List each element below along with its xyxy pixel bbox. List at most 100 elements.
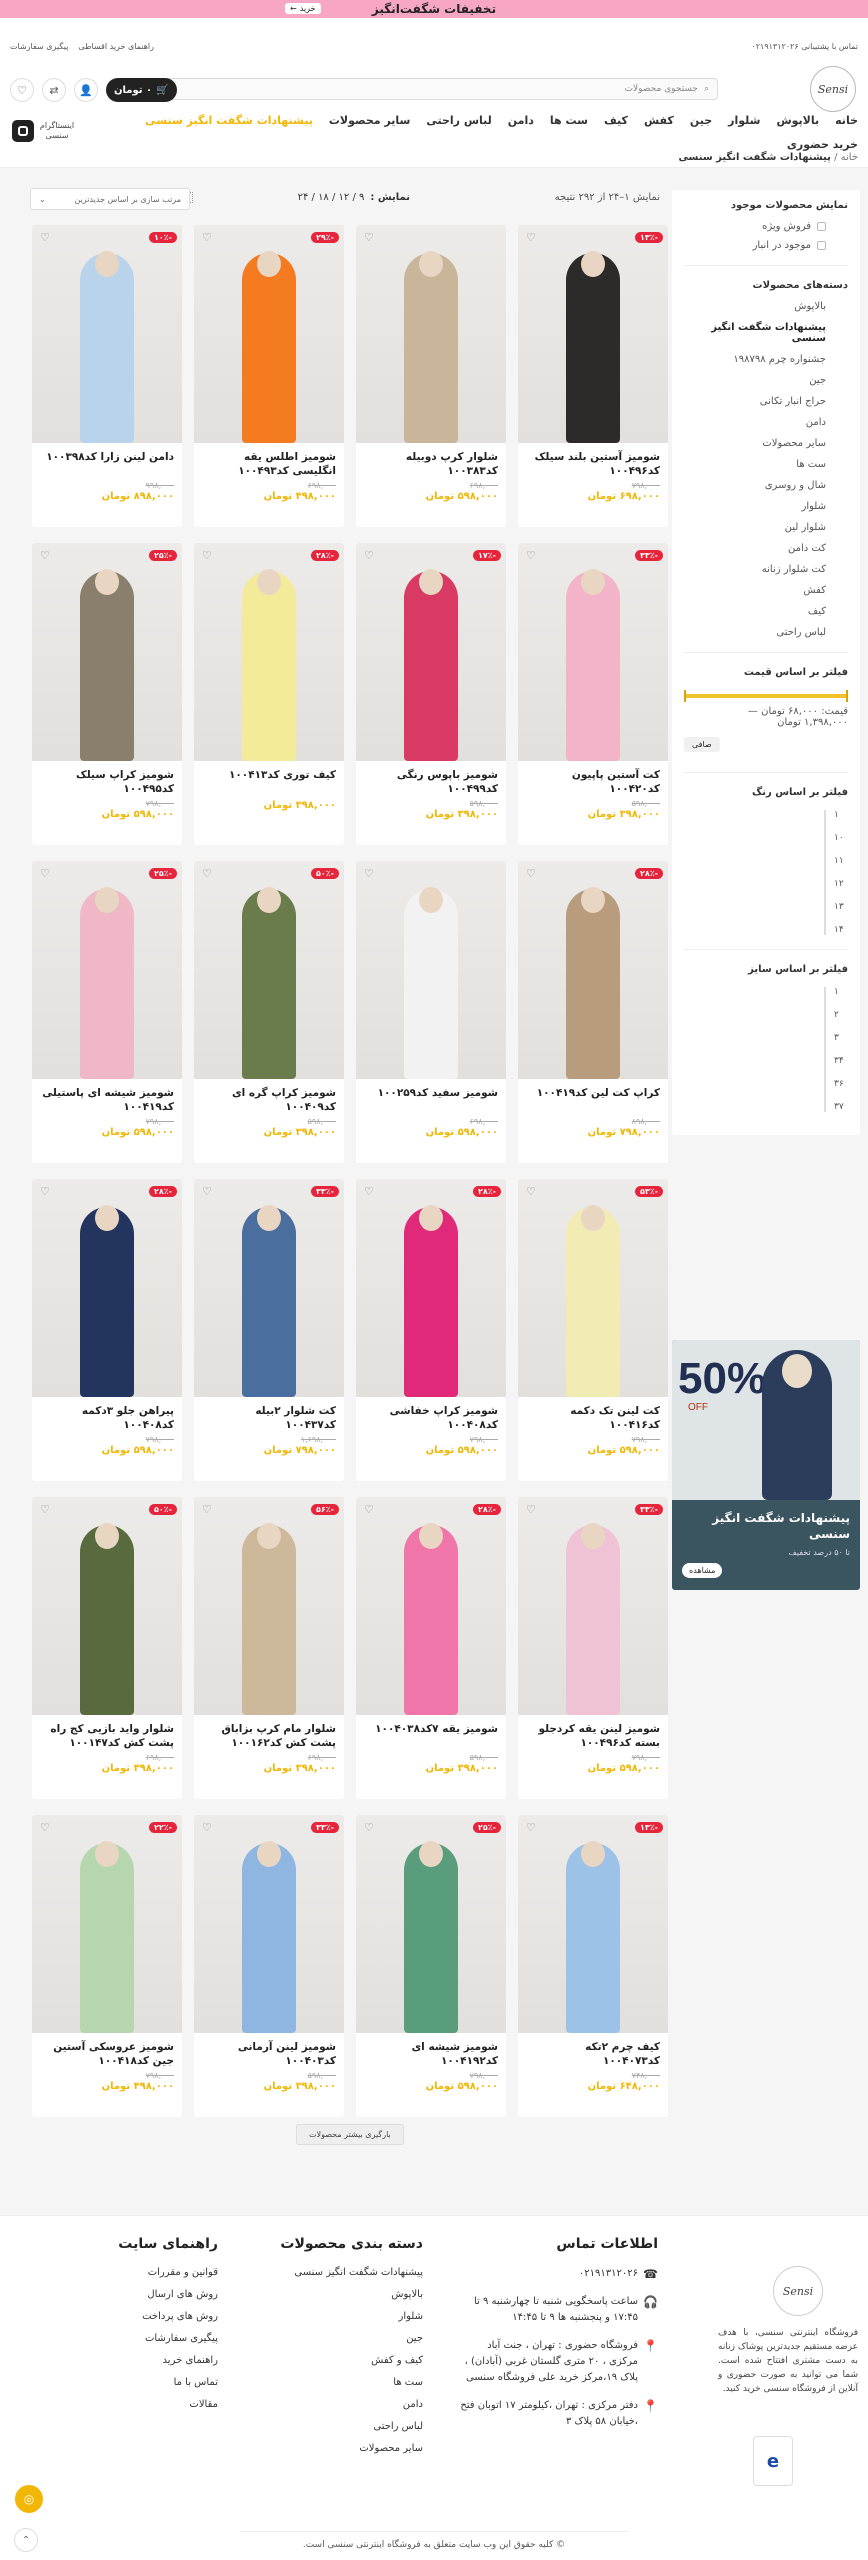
price-slider[interactable] [684, 690, 848, 702]
product-card[interactable]: -۵۳٪ ♡ کت لینن تک دکمه کد۱۰۰۴۱۶ ۷۹۸,۰۰۰ ۵۹۸,… [518, 1179, 668, 1481]
footer-cat-link[interactable]: شلوار [253, 2310, 423, 2324]
footer-cat-link[interactable]: سایر محصولات [253, 2442, 423, 2456]
search-bar[interactable]: ⌕ جستجوی محصولات [148, 78, 718, 100]
heart-icon[interactable]: ♡ [202, 1185, 212, 1198]
product-name[interactable]: کیف چرم ۲تکه کد۱۰۰۴۰۷۳ [518, 2033, 668, 2067]
category-item[interactable]: بالاپوش [684, 301, 848, 312]
heart-icon[interactable]: ♡ [202, 549, 212, 562]
product-card[interactable]: -۲۸٪ ♡ شومیز یقه ۷کد۱۰۰۴۰۳۸ ۵۹۸,۰۰۰ ۳۹۸,۰۰۰ … [356, 1497, 506, 1799]
promo-buy-button[interactable]: خرید ← [285, 3, 321, 14]
color-option[interactable]: ۱ [834, 810, 848, 820]
category-item[interactable]: پیشنهادات شگفت انگیز سنسی [684, 322, 848, 344]
category-item[interactable]: کت شلوار زنانه [684, 564, 848, 575]
product-name[interactable]: شومیز شیشه ای پاستیلی کد۱۰۰۴۱۹ [32, 1079, 182, 1113]
product-image[interactable]: -۲۹٪ ♡ [194, 225, 344, 443]
category-item[interactable]: جشنواره چرم ۱۹۸۷۹۸ [684, 354, 848, 365]
category-item[interactable]: کفش [684, 585, 848, 596]
product-name[interactable]: کت لینن تک دکمه کد۱۰۰۴۱۶ [518, 1397, 668, 1431]
product-name[interactable]: شلوار مام کرپ بزاباق پشت کش کد۱۰۰۱۶۲ [194, 1715, 344, 1749]
instagram-link[interactable]: اینستاگرام سنسی [12, 120, 75, 142]
product-image[interactable]: -۲۸٪ ♡ [356, 1497, 506, 1715]
product-image[interactable]: -۲۸٪ ♡ [32, 1179, 182, 1397]
product-name[interactable]: شومیز یقه ۷کد۱۰۰۴۰۳۸ [356, 1715, 506, 1749]
product-card[interactable]: -۵۰٪ ♡ شومیز کراپ گره ای کد۱۰۰۴۰۹ ۵۹۸,۰۰۰ ۳۹… [194, 861, 344, 1163]
product-image[interactable]: -۳۳٪ ♡ [518, 543, 668, 761]
nav-item-outerwear[interactable]: بالاپوش [776, 114, 819, 127]
footer-cat-link[interactable]: دامن [253, 2398, 423, 2412]
heart-icon[interactable]: ♡ [364, 549, 374, 562]
category-item[interactable]: دامن [684, 417, 848, 428]
checkbox[interactable] [817, 241, 826, 250]
product-card[interactable]: ♡ شلوار کرپ دوبیله کد۱۰۰۳۸۳ ۶۹۸,۰۰۰ ۵۹۸,۰۰۰… [356, 225, 506, 527]
footer-cat-link[interactable]: کیف و کفش [253, 2354, 423, 2368]
product-image[interactable]: -۳۳٪ ♡ [194, 1179, 344, 1397]
product-name[interactable]: کت شلوار ۲بیله کد۱۰۰۴۳۷ [194, 1397, 344, 1431]
nav-item-other[interactable]: سایر محصولات [329, 114, 410, 127]
product-card[interactable]: -۲۵٪ ♡ شومیز کراپ سیلک کد۱۰۰۴۹۵ ۷۹۸,۰۰۰ ۵۹۸,… [32, 543, 182, 845]
product-name[interactable]: شومیز اطلس یقه انگلیسی کد۱۰۰۴۹۳ [194, 443, 344, 477]
footer-cat-link[interactable]: بالاپوش [253, 2288, 423, 2302]
product-card[interactable]: -۱۳٪ ♡ شومیز آستین بلند سیلک کد۱۰۰۴۹۶ ۷۹۸,۰… [518, 225, 668, 527]
category-item[interactable]: کت دامن [684, 543, 848, 554]
heart-icon[interactable]: ♡ [526, 1821, 536, 1834]
product-image[interactable]: -۲۸٪ ♡ [194, 543, 344, 761]
product-card[interactable]: -۲۸٪ ♡ کیف توری کد۱۰۰۴۱۳ ۳۹۸,۰۰۰ تومان [194, 543, 344, 845]
product-card[interactable]: -۳۳٪ ♡ شومیز لینن یقه کردجلو بسته کد۱۰۰۴۹۶… [518, 1497, 668, 1799]
product-image[interactable]: -۲۵٪ ♡ [32, 543, 182, 761]
heart-icon[interactable]: ♡ [202, 867, 212, 880]
product-image[interactable]: -۱۳٪ ♡ [518, 1815, 668, 2033]
size-option[interactable]: ۱ [834, 987, 848, 997]
footer-cat-link[interactable]: لباس راحتی [253, 2420, 423, 2434]
product-card[interactable]: -۳۳٪ ♡ شومیز لینن آرمانی کد۱۰۰۴۰۳ ۵۹۸,۰۰۰ ۳۹… [194, 1815, 344, 2117]
nav-item-bags[interactable]: کیف [604, 114, 628, 127]
product-name[interactable]: شومیز لینن یقه کردجلو بسته کد۱۰۰۴۹۶ [518, 1715, 668, 1749]
compare-icon[interactable]: ⇄ [42, 78, 66, 102]
heart-icon[interactable]: ♡ [364, 1503, 374, 1516]
product-card[interactable]: -۱۷٪ ♡ شومیز باپوس رنگی کد۱۰۰۴۹۹ ۵۹۸,۰۰۰ ۳۹۸… [356, 543, 506, 845]
sort-select[interactable]: مرتب سازی بر اساس جدیدترین ⌄ [30, 188, 190, 210]
wishlist-icon[interactable]: ♡ [10, 78, 34, 102]
product-image[interactable]: -۲۲٪ ♡ [32, 1815, 182, 2033]
category-item[interactable]: سایر محصولات [684, 438, 848, 449]
product-name[interactable]: شومیز عروسکی آستین جین کد۱۰۰۴۱۸ [32, 2033, 182, 2067]
nav-item-homewear[interactable]: لباس راحتی [426, 114, 491, 127]
size-option[interactable]: ۳۶ [834, 1079, 848, 1089]
cart-button[interactable]: 🛒 ۰ تومان [106, 78, 177, 102]
apply-filter-button[interactable]: صافی [684, 737, 720, 752]
color-option[interactable]: ۱۰ [834, 833, 848, 843]
category-item[interactable]: شلوار لین [684, 522, 848, 533]
product-card[interactable]: -۱۰٪ ♡ دامن لینن زارا کد۱۰۰۳۹۸ ۹۹۸,۰۰۰ ۸۹۸,۰… [32, 225, 182, 527]
category-item[interactable]: ست ها [684, 459, 848, 470]
product-name[interactable]: شلوار کرپ دوبیله کد۱۰۰۳۸۳ [356, 443, 506, 477]
product-card[interactable]: -۱۳٪ ♡ کیف چرم ۲تکه کد۱۰۰۴۰۷۳ ۷۴۸,۰۰۰ ۶۴۸,۰۰… [518, 1815, 668, 2117]
footer-guide-link[interactable]: پیگیری سفارشات [58, 2332, 218, 2346]
footer-logo[interactable]: Sensi [773, 2266, 823, 2316]
product-name[interactable]: دامن لینن زارا کد۱۰۰۳۹۸ [32, 443, 182, 477]
product-name[interactable]: شومیز باپوس رنگی کد۱۰۰۴۹۹ [356, 761, 506, 795]
heart-icon[interactable]: ♡ [526, 231, 536, 244]
support-phone[interactable]: تماس با پشتیبانی ۰۲۱۹۱۳۱۲۰۲۶ [751, 42, 858, 51]
product-image[interactable]: -۱۳٪ ♡ [518, 225, 668, 443]
nav-item-jeans[interactable]: جین [690, 114, 712, 127]
heart-icon[interactable]: ♡ [364, 231, 374, 244]
product-card[interactable]: -۲۵٪ ♡ شومیز شیشه ای پاستیلی کد۱۰۰۴۱۹ ۷۹۸,۰… [32, 861, 182, 1163]
size-option[interactable]: ۳ [834, 1033, 848, 1043]
offers-banner[interactable]: 50% OFF پیشنهادات شگفت انگیز سنسی تا ۵۰ … [672, 1340, 860, 1590]
heart-icon[interactable]: ♡ [526, 549, 536, 562]
product-image[interactable]: -۵۳٪ ♡ [518, 1179, 668, 1397]
product-card[interactable]: -۲۸٪ ♡ شومیز کراپ خفاشی کد۱۰۰۴۰۸ ۷۹۸,۰۰۰ ۵۹۸… [356, 1179, 506, 1481]
nav-item-shoes[interactable]: کفش [644, 114, 674, 127]
heart-icon[interactable]: ♡ [40, 231, 50, 244]
util-link-installment[interactable]: راهنمای خرید اقساطی [78, 42, 154, 51]
heart-icon[interactable]: ♡ [526, 867, 536, 880]
per-page-options[interactable]: ۹ / ۱۲ / ۱۸ / ۲۴ [298, 192, 365, 203]
product-image[interactable]: -۲۸٪ ♡ [356, 1179, 506, 1397]
site-logo[interactable]: Sensi [810, 66, 856, 112]
heart-icon[interactable]: ♡ [526, 1185, 536, 1198]
heart-icon[interactable]: ♡ [364, 1185, 374, 1198]
size-option[interactable]: ۳۷ [834, 1102, 848, 1112]
product-image[interactable]: -۵۶٪ ♡ [194, 1497, 344, 1715]
heart-icon[interactable]: ♡ [40, 1185, 50, 1198]
product-card[interactable]: -۳۳٪ ♡ کت شلوار ۲بیله کد۱۰۰۴۳۷ ۱,۶۹۸,۰۰۰ ۷۹۸… [194, 1179, 344, 1481]
heart-icon[interactable]: ♡ [40, 867, 50, 880]
